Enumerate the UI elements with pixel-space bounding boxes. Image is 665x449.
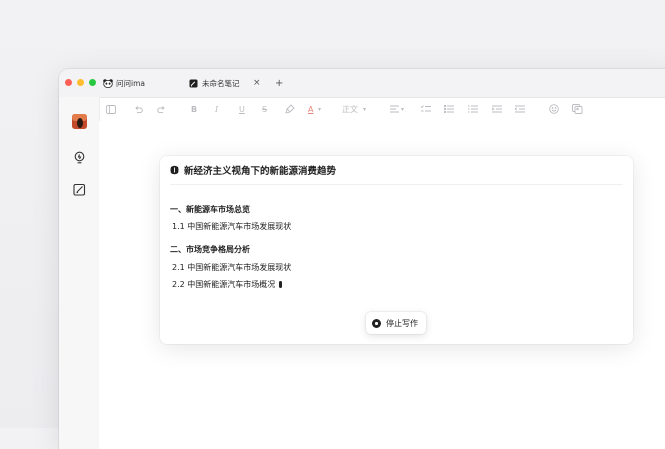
stop-icon	[372, 318, 381, 328]
chevron-down-icon[interactable]: ▾	[401, 103, 404, 115]
close-tab-icon[interactable]: ×	[253, 75, 261, 91]
writing-cursor-icon	[279, 281, 283, 288]
close-window-button[interactable]	[65, 79, 72, 86]
divider	[170, 184, 623, 185]
stop-writing-label: 停止写作	[386, 318, 418, 328]
minimize-window-button[interactable]	[77, 79, 84, 86]
panda-icon	[103, 78, 113, 88]
bullet-list-icon[interactable]	[444, 103, 454, 115]
editor-toolbar: B I U S A ▾ 正文 ▾ ▾	[99, 97, 665, 121]
numbered-list-icon[interactable]	[468, 103, 478, 115]
maximize-window-button[interactable]	[89, 79, 96, 86]
sidebar-toggle-icon[interactable]	[106, 103, 116, 115]
outline-item-text: 2.2 中国新能源汽车市场概况	[172, 280, 276, 289]
note-icon	[189, 79, 198, 88]
tab-label: 问问ima	[116, 78, 145, 88]
highlighter-icon[interactable]	[285, 103, 295, 115]
panel-title: 新经济主义视角下的新能源消费趋势	[170, 163, 336, 177]
chevron-down-icon[interactable]: ▾	[318, 103, 321, 115]
paragraph-style-select[interactable]: 正文	[342, 103, 358, 115]
new-tab-icon[interactable]: +	[275, 75, 283, 91]
edit-note-icon[interactable]	[71, 181, 87, 197]
outline-item: 1.1 中国新能源汽车市场发展现状	[172, 222, 292, 231]
font-color-button[interactable]: A	[308, 103, 313, 115]
italic-button[interactable]: I	[215, 103, 218, 115]
chevron-down-icon[interactable]: ▾	[363, 103, 366, 115]
panel-title-text: 新经济主义视角下的新能源消费趋势	[184, 166, 337, 177]
sparkle-icon	[170, 165, 179, 175]
left-sidebar	[59, 97, 100, 449]
tab-label: 未命名笔记	[202, 78, 240, 88]
tab-ask-ima[interactable]: 问问ima	[103, 75, 145, 91]
undo-icon[interactable]	[134, 103, 143, 115]
outline-heading: 二、市场竞争格局分析	[170, 245, 250, 254]
stop-writing-button[interactable]: 停止写作	[366, 312, 426, 334]
image-insert-icon[interactable]	[572, 103, 583, 115]
outline-item: 2.1 中国新能源汽车市场发展现状	[172, 263, 292, 272]
outline-heading: 一、新能源车市场总览	[170, 205, 250, 214]
title-bar: 问问ima 未命名笔记 × +	[59, 69, 665, 98]
bold-button[interactable]: B	[191, 103, 197, 115]
lightbulb-icon[interactable]	[71, 149, 87, 165]
strikethrough-button[interactable]: S	[262, 103, 267, 115]
checklist-icon[interactable]	[421, 103, 431, 115]
avatar[interactable]	[71, 113, 87, 129]
align-icon[interactable]	[390, 103, 399, 115]
traffic-lights	[65, 79, 96, 86]
redo-icon[interactable]	[157, 103, 166, 115]
outline-item-writing: 2.2 中国新能源汽车市场概况	[172, 279, 283, 290]
indent-icon[interactable]	[492, 103, 502, 115]
tab-untitled-note[interactable]: 未命名笔记	[189, 75, 240, 91]
underline-button[interactable]: U	[239, 103, 245, 115]
outdent-icon[interactable]	[515, 103, 525, 115]
emoji-icon[interactable]	[549, 103, 559, 115]
